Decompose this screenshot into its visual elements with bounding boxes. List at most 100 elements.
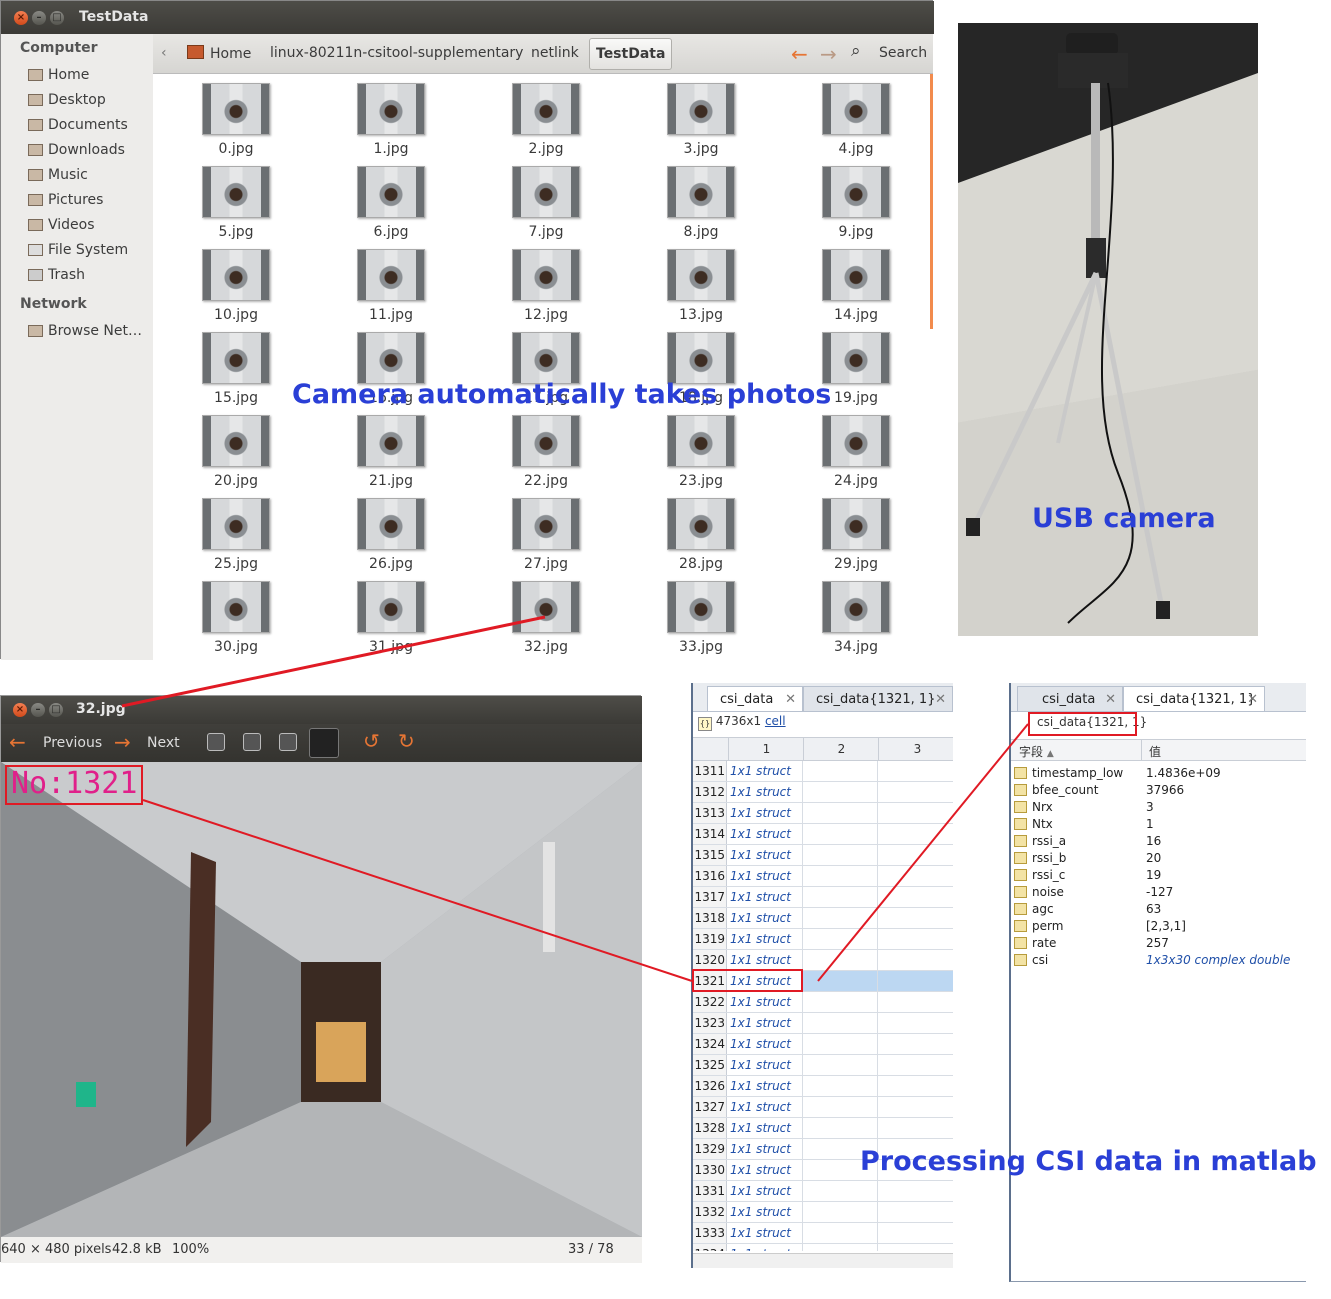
- sidebar-item-videos[interactable]: Videos: [28, 214, 95, 236]
- file-item[interactable]: 24.jpg: [796, 411, 916, 491]
- file-item[interactable]: 11.jpg: [331, 245, 451, 325]
- close-tab-icon[interactable]: ✕: [1247, 687, 1258, 712]
- close-tab-icon[interactable]: ✕: [1105, 687, 1116, 712]
- table-row[interactable]: 1325 1x1 struct: [693, 1055, 953, 1076]
- empty-cell[interactable]: [803, 1202, 878, 1222]
- column-header[interactable]: 3: [878, 738, 953, 760]
- next-arrow-icon[interactable]: →: [114, 730, 131, 754]
- cell-value[interactable]: 1x1 struct: [728, 908, 803, 928]
- cell-value[interactable]: 1x1 struct: [728, 782, 803, 802]
- best-fit-icon[interactable]: [309, 728, 339, 758]
- empty-cell[interactable]: [803, 1223, 878, 1243]
- cell-value[interactable]: 1x1 struct: [728, 1097, 803, 1117]
- empty-cell[interactable]: [878, 1055, 953, 1075]
- file-item[interactable]: 14.jpg: [796, 245, 916, 325]
- table-row[interactable]: 1331 1x1 struct: [693, 1181, 953, 1202]
- empty-cell[interactable]: [803, 1181, 878, 1201]
- struct-field-row[interactable]: noise -127: [1011, 884, 1306, 901]
- table-row[interactable]: 1311 1x1 struct: [693, 761, 953, 782]
- table-row[interactable]: 1315 1x1 struct: [693, 845, 953, 866]
- rotate-right-icon[interactable]: ↻: [398, 729, 415, 753]
- cell-value[interactable]: 1x1 struct: [728, 1118, 803, 1138]
- rotate-left-icon[interactable]: ↺: [363, 729, 380, 753]
- empty-cell[interactable]: [803, 971, 878, 991]
- file-item[interactable]: 12.jpg: [486, 245, 606, 325]
- file-item[interactable]: 26.jpg: [331, 494, 451, 574]
- empty-cell[interactable]: [803, 761, 878, 781]
- empty-cell[interactable]: [803, 1055, 878, 1075]
- sidebar-item-music[interactable]: Music: [28, 164, 88, 186]
- empty-cell[interactable]: [803, 950, 878, 970]
- table-row[interactable]: 1328 1x1 struct: [693, 1118, 953, 1139]
- empty-cell[interactable]: [803, 1097, 878, 1117]
- breadcrumb-left-arrow-icon[interactable]: ‹: [161, 45, 167, 61]
- sidebar-item-home[interactable]: Home: [28, 64, 89, 86]
- file-item[interactable]: 30.jpg: [176, 577, 296, 657]
- search-icon[interactable]: ⌕: [851, 41, 861, 61]
- sidebar-item-trash[interactable]: Trash: [28, 264, 85, 286]
- maximize-icon[interactable]: □: [50, 11, 64, 25]
- file-item[interactable]: 21.jpg: [331, 411, 451, 491]
- cell-value[interactable]: 1x1 struct: [728, 950, 803, 970]
- previous-button[interactable]: Previous: [43, 735, 102, 751]
- empty-cell[interactable]: [878, 1244, 953, 1251]
- file-item[interactable]: 33.jpg: [641, 577, 761, 657]
- empty-cell[interactable]: [803, 803, 878, 823]
- table-row[interactable]: 1319 1x1 struct: [693, 929, 953, 950]
- cell-value[interactable]: 1x1 struct: [728, 866, 803, 886]
- table-row[interactable]: 1324 1x1 struct: [693, 1034, 953, 1055]
- file-item[interactable]: 15.jpg: [176, 328, 296, 408]
- cell-value[interactable]: 1x1 struct: [728, 845, 803, 865]
- empty-cell[interactable]: [878, 1097, 953, 1117]
- empty-cell[interactable]: [878, 971, 953, 991]
- cell-value[interactable]: 1x1 struct: [728, 929, 803, 949]
- empty-cell[interactable]: [878, 908, 953, 928]
- close-icon[interactable]: ×: [14, 11, 28, 25]
- scrollbar[interactable]: [930, 74, 933, 329]
- sidebar-item-pictures[interactable]: Pictures: [28, 189, 103, 211]
- table-row[interactable]: 1312 1x1 struct: [693, 782, 953, 803]
- empty-cell[interactable]: [803, 908, 878, 928]
- value-column-header[interactable]: 值: [1149, 743, 1161, 760]
- search-button[interactable]: Search: [879, 45, 927, 61]
- file-item[interactable]: 8.jpg: [641, 162, 761, 242]
- file-item[interactable]: 1.jpg: [331, 79, 451, 159]
- zoom-out-icon[interactable]: [243, 733, 261, 751]
- table-row[interactable]: 1323 1x1 struct: [693, 1013, 953, 1034]
- empty-cell[interactable]: [803, 887, 878, 907]
- struct-field-row[interactable]: rssi_b 20: [1011, 850, 1306, 867]
- struct-field-row[interactable]: rate 257: [1011, 935, 1306, 952]
- cell-value[interactable]: 1x1 struct: [728, 1244, 803, 1251]
- forward-arrow-icon[interactable]: →: [820, 42, 837, 66]
- breadcrumb-csitool[interactable]: linux-80211n-csitool-supplementary: [270, 45, 523, 61]
- empty-cell[interactable]: [878, 887, 953, 907]
- empty-cell[interactable]: [878, 1076, 953, 1096]
- cell-value[interactable]: 1x1 struct: [728, 1139, 803, 1159]
- table-row[interactable]: 1316 1x1 struct: [693, 866, 953, 887]
- cell-value[interactable]: 1x1 struct: [728, 1223, 803, 1243]
- empty-cell[interactable]: [878, 824, 953, 844]
- empty-cell[interactable]: [878, 803, 953, 823]
- struct-field-row[interactable]: bfee_count 37966: [1011, 782, 1306, 799]
- empty-cell[interactable]: [878, 761, 953, 781]
- tab-csi-data-1321[interactable]: csi_data{1321, 1} ✕: [803, 686, 953, 711]
- struct-field-row[interactable]: rssi_a 16: [1011, 833, 1306, 850]
- horizontal-scrollbar[interactable]: [693, 1253, 953, 1268]
- file-item[interactable]: 2.jpg: [486, 79, 606, 159]
- close-icon[interactable]: ×: [13, 703, 27, 717]
- file-item[interactable]: 29.jpg: [796, 494, 916, 574]
- empty-cell[interactable]: [803, 929, 878, 949]
- file-item[interactable]: 20.jpg: [176, 411, 296, 491]
- cell-value[interactable]: 1x1 struct: [728, 1055, 803, 1075]
- cell-value[interactable]: 1x1 struct: [728, 887, 803, 907]
- maximize-icon[interactable]: □: [49, 703, 63, 717]
- file-item[interactable]: 4.jpg: [796, 79, 916, 159]
- file-item[interactable]: 5.jpg: [176, 162, 296, 242]
- file-item[interactable]: 0.jpg: [176, 79, 296, 159]
- empty-cell[interactable]: [803, 1244, 878, 1251]
- empty-cell[interactable]: [878, 845, 953, 865]
- cell-value[interactable]: 1x1 struct: [728, 1181, 803, 1201]
- tab-csi-data[interactable]: csi_data ✕: [1017, 686, 1123, 711]
- close-tab-icon[interactable]: ✕: [785, 687, 796, 712]
- table-row[interactable]: 1314 1x1 struct: [693, 824, 953, 845]
